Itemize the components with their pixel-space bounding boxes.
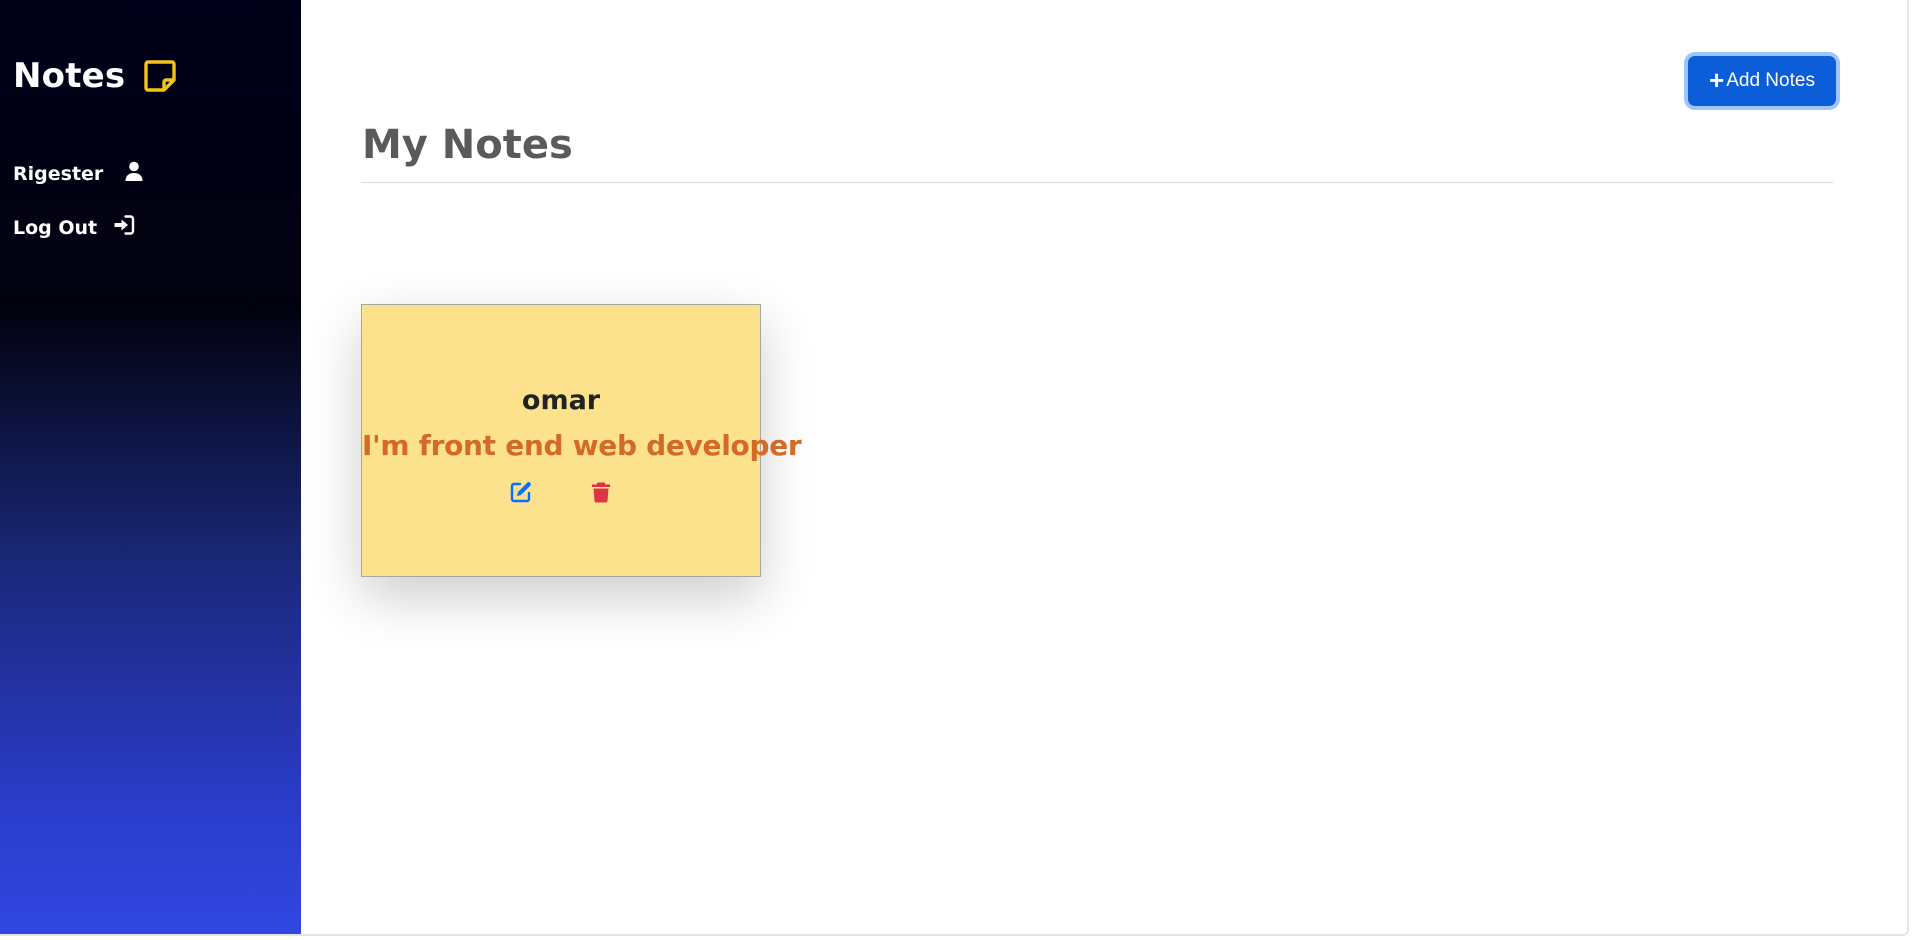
user-icon (123, 160, 145, 187)
note-card: omar I'm front end web developer (361, 304, 802, 577)
add-notes-label: Add Notes (1726, 70, 1815, 91)
note-title: omar (521, 385, 601, 416)
sidebar-item-logout[interactable]: Log Out (13, 214, 135, 241)
title-divider (361, 182, 1833, 183)
plus-icon: + (1709, 65, 1725, 95)
sidebar-item-label: Log Out (13, 216, 98, 239)
main-content: + Add Notes My Notes omar I'm front end … (301, 0, 1907, 936)
sign-in-icon (113, 214, 135, 241)
sticky-note-icon (143, 59, 177, 93)
note-body: I'm front end web developer (362, 429, 802, 462)
sidebar-item-label: Rigester (13, 162, 104, 185)
add-notes-button[interactable]: + Add Notes (1688, 56, 1836, 106)
app-window: Notes Rigester Log Out + Add Notes My No… (0, 0, 1912, 940)
edit-icon[interactable] (509, 480, 533, 504)
brand: Notes (13, 56, 177, 96)
sidebar: Notes Rigester Log Out (0, 0, 301, 936)
sidebar-item-register[interactable]: Rigester (13, 160, 145, 187)
page-title: My Notes (362, 122, 573, 168)
trash-icon[interactable] (589, 480, 613, 504)
note-actions (362, 480, 760, 504)
brand-title: Notes (13, 56, 126, 96)
